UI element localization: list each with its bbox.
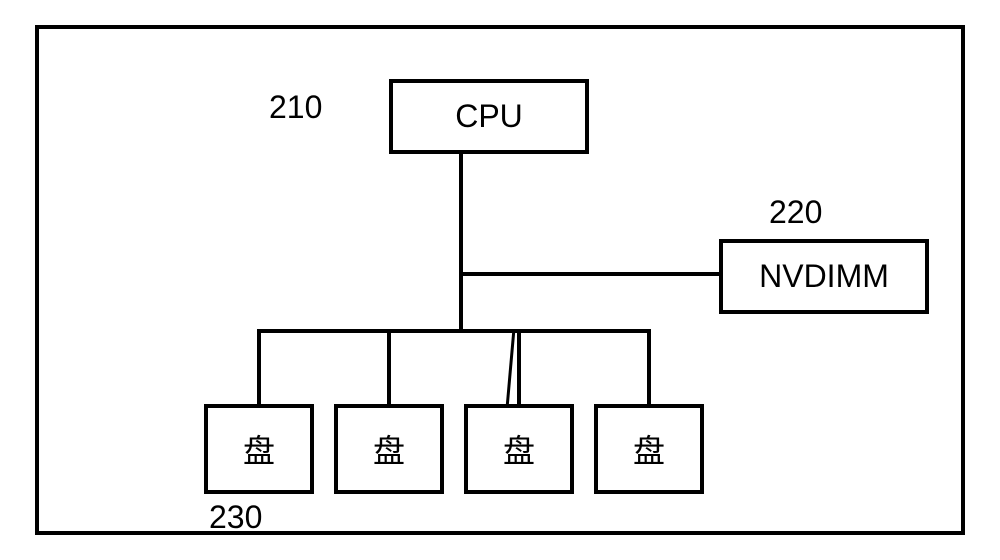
nvdimm-label: NVDIMM xyxy=(759,258,889,295)
connector-line xyxy=(459,154,463,274)
ref-label-nvdimm: 220 xyxy=(769,194,822,231)
disk-label: 盘 xyxy=(373,426,405,472)
cpu-label: CPU xyxy=(455,98,523,135)
ref-label-cpu: 210 xyxy=(269,89,322,126)
connector-line xyxy=(459,272,463,332)
disk-label: 盘 xyxy=(633,426,665,472)
connector-line xyxy=(257,329,261,408)
disk-label: 盘 xyxy=(243,426,275,472)
connector-line xyxy=(257,329,651,333)
connector-line xyxy=(517,329,521,408)
nvdimm-node: NVDIMM xyxy=(719,239,929,314)
disk-node: 盘 xyxy=(334,404,444,494)
disk-node: 盘 xyxy=(594,404,704,494)
diagram-frame: 210 CPU 220 NVDIMM 盘 盘 盘 盘 230 xyxy=(35,25,965,535)
disk-node: 盘 xyxy=(204,404,314,494)
disk-node: 盘 xyxy=(464,404,574,494)
ref-label-disk: 230 xyxy=(209,499,262,536)
connector-line xyxy=(387,329,391,408)
disk-label: 盘 xyxy=(503,426,535,472)
connector-line xyxy=(459,272,723,276)
connector-line xyxy=(506,329,516,408)
connector-line xyxy=(647,329,651,408)
cpu-node: CPU xyxy=(389,79,589,154)
